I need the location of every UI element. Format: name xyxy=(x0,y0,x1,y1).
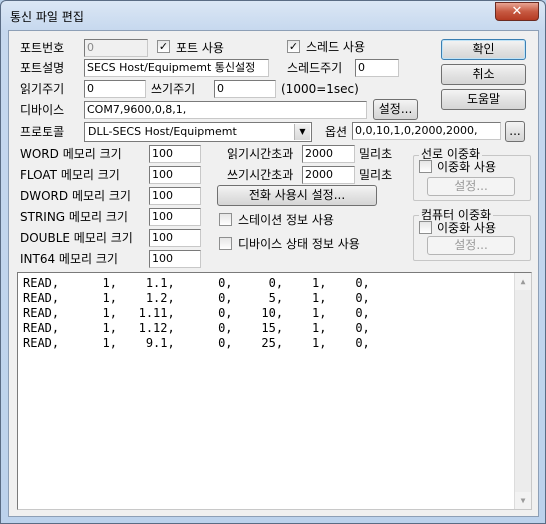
thread-period-label: 스레드주기 xyxy=(287,61,343,75)
communication-script-editor[interactable]: READ, 1, 1.1, 0, 0, 1, 0, READ, 1, 1.2, … xyxy=(17,272,532,510)
options-more-button[interactable]: ... xyxy=(505,121,525,142)
cancel-button[interactable]: 취소 xyxy=(441,64,526,85)
editor-line: READ, 1, 1.2, 0, 5, 1, 0, xyxy=(23,291,370,305)
word-memory-field[interactable]: 100 xyxy=(149,145,201,163)
int64-memory-field[interactable]: 100 xyxy=(149,250,201,268)
computer-redundancy-checkbox[interactable] xyxy=(419,221,432,234)
protocol-dropdown[interactable]: DLL-SECS Host/Equipmemt ▼ xyxy=(84,122,312,142)
read-timeout-unit: 밀리초 xyxy=(359,147,393,161)
write-cycle-field[interactable]: 0 xyxy=(214,80,276,98)
write-timeout-unit: 밀리초 xyxy=(359,168,393,182)
write-cycle-label: 쓰기주기 xyxy=(151,82,196,96)
thread-use-label: 스레드 사용 xyxy=(306,40,366,54)
string-memory-label: STRING 메모리 크기 xyxy=(20,210,128,224)
word-memory-label: WORD 메모리 크기 xyxy=(20,147,122,161)
arrow-down-icon[interactable]: ▼ xyxy=(515,492,531,509)
read-cycle-label: 읽기주기 xyxy=(20,82,65,96)
port-use-checkbox[interactable]: ✓ xyxy=(157,40,170,53)
port-number-label: 포트번호 xyxy=(20,41,65,55)
editor-scrollbar[interactable]: ▲ ▼ xyxy=(514,273,531,509)
ok-button[interactable]: 확인 xyxy=(441,39,526,60)
port-number-field: 0 xyxy=(84,39,148,57)
port-use-label: 포트 사용 xyxy=(176,41,224,55)
options-label: 옵션 xyxy=(325,125,348,139)
line-redundancy-setup-button[interactable]: 설정... xyxy=(427,177,515,196)
thread-use-checkbox[interactable]: ✓ xyxy=(287,40,300,53)
station-info-label: 스테이션 정보 사용 xyxy=(238,213,334,227)
thread-period-field[interactable]: 0 xyxy=(355,59,399,77)
dword-memory-field[interactable]: 100 xyxy=(149,187,201,205)
computer-redundancy-check-label: 이중화 사용 xyxy=(437,221,497,235)
protocol-selected-value: DLL-SECS Host/Equipmemt xyxy=(88,125,237,138)
dword-memory-label: DWORD 메모리 크기 xyxy=(20,189,131,203)
check-mark: ✓ xyxy=(288,40,299,53)
dialog-window: 통신 파일 편집 ✕ 포트번호 0 ✓ 포트 사용 ✓ 스레드 사용 포트설명 … xyxy=(0,0,546,524)
check-mark: ✓ xyxy=(158,40,169,53)
line-redundancy-check-label: 이중화 사용 xyxy=(437,160,497,174)
computer-redundancy-title: 컴퓨터 이중화 xyxy=(419,208,494,222)
editor-line: READ, 1, 1.1, 0, 0, 1, 0, xyxy=(23,276,370,290)
write-timeout-field[interactable]: 2000 xyxy=(302,166,355,184)
window-title: 통신 파일 편집 xyxy=(10,10,84,24)
protocol-label: 프로토콜 xyxy=(20,125,65,139)
read-timeout-label: 읽기시간초과 xyxy=(227,147,294,161)
line-redundancy-title: 선로 이중화 xyxy=(419,147,483,161)
dialog-client-area: 포트번호 0 ✓ 포트 사용 ✓ 스레드 사용 포트설명 SECS Host/E… xyxy=(8,30,539,517)
read-cycle-field[interactable]: 0 xyxy=(84,80,146,98)
options-field[interactable]: 0,0,10,1,0,2000,2000, xyxy=(352,122,501,140)
port-desc-label: 포트설명 xyxy=(20,61,65,75)
station-info-checkbox[interactable] xyxy=(219,213,232,226)
phone-setup-button[interactable]: 전화 사용시 설정... xyxy=(217,185,377,206)
help-button[interactable]: 도움말 xyxy=(441,89,526,110)
double-memory-field[interactable]: 100 xyxy=(149,229,201,247)
chevron-down-icon[interactable]: ▼ xyxy=(294,124,310,140)
write-timeout-label: 쓰기시간초과 xyxy=(227,168,294,182)
close-button[interactable]: ✕ xyxy=(495,2,539,21)
device-state-checkbox[interactable] xyxy=(219,237,232,250)
float-memory-field[interactable]: 100 xyxy=(149,166,201,184)
device-state-label: 디바이스 상태 정보 사용 xyxy=(238,237,360,251)
float-memory-label: FLOAT 메모리 크기 xyxy=(20,168,120,182)
device-setup-button[interactable]: 설정... xyxy=(373,99,418,120)
line-redundancy-checkbox[interactable] xyxy=(419,160,432,173)
editor-line: READ, 1, 9.1, 0, 25, 1, 0, xyxy=(23,336,370,350)
read-timeout-field[interactable]: 2000 xyxy=(302,145,355,163)
device-label: 디바이스 xyxy=(20,103,65,117)
string-memory-field[interactable]: 100 xyxy=(149,208,201,226)
title-bar[interactable]: 통신 파일 편집 ✕ xyxy=(1,1,545,31)
editor-line: READ, 1, 1.12, 0, 15, 1, 0, xyxy=(23,321,370,335)
device-field[interactable]: COM7,9600,0,8,1, xyxy=(84,101,367,119)
arrow-up-icon[interactable]: ▲ xyxy=(515,273,531,290)
computer-redundancy-setup-button[interactable]: 설정... xyxy=(427,236,515,255)
double-memory-label: DOUBLE 메모리 크기 xyxy=(20,231,133,245)
editor-line: READ, 1, 1.11, 0, 10, 1, 0, xyxy=(23,306,370,320)
int64-memory-label: INT64 메모리 크기 xyxy=(20,252,118,266)
port-desc-field[interactable]: SECS Host/Equipmemt 통신설정 xyxy=(84,59,269,77)
cycle-unit-note: (1000=1sec) xyxy=(281,82,359,96)
